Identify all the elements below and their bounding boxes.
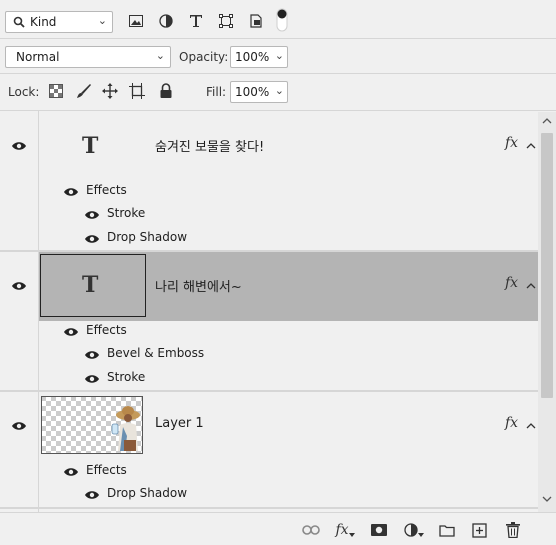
- lock-row: Lock: Fill: 100% ⌄: [0, 74, 556, 110]
- visibility-eye-icon[interactable]: [11, 140, 27, 152]
- new-adjustment-icon[interactable]: [403, 522, 425, 538]
- divider: [0, 507, 538, 509]
- collapse-effects-arrow-icon[interactable]: [524, 279, 538, 293]
- blend-mode-value: Normal: [16, 50, 60, 64]
- scrollbar-thumb[interactable]: [541, 133, 553, 398]
- scroll-down-arrow-icon[interactable]: [540, 492, 554, 506]
- scroll-up-arrow-icon[interactable]: [540, 114, 554, 128]
- effects-group-row[interactable]: Effects: [0, 461, 538, 484]
- visibility-eye-icon[interactable]: [63, 466, 79, 478]
- layers-list: T 숨겨진 보물을 찾다! fx Effects Stroke Drop Sha…: [0, 111, 538, 512]
- adjustment-filter-icon[interactable]: [157, 12, 175, 30]
- new-group-icon[interactable]: [438, 522, 456, 538]
- effects-label: Effects: [86, 323, 127, 337]
- lock-all-icon[interactable]: [157, 82, 175, 100]
- smart-object-filter-icon[interactable]: [247, 12, 265, 30]
- layer-thumbnail[interactable]: [41, 396, 143, 454]
- layer-name[interactable]: Layer 1: [155, 416, 204, 431]
- layer-effects-indicator[interactable]: fx: [505, 415, 518, 431]
- add-mask-icon[interactable]: [370, 522, 388, 538]
- lock-artboard-icon[interactable]: [128, 82, 146, 100]
- fill-field[interactable]: 100% ⌄: [230, 81, 288, 103]
- effect-row[interactable]: Drop Shadow: [0, 227, 538, 250]
- layer-effects-indicator[interactable]: fx: [505, 275, 518, 291]
- effect-row[interactable]: Stroke: [0, 204, 538, 227]
- type-filter-icon[interactable]: [187, 12, 205, 30]
- layer-row[interactable]: T 숨겨진 보물을 찾다! fx: [0, 111, 538, 250]
- layer-effects-indicator[interactable]: fx: [505, 135, 518, 151]
- opacity-field[interactable]: 100% ⌄: [230, 46, 288, 68]
- collapse-effects-arrow-icon[interactable]: [524, 139, 538, 153]
- lock-label: Lock:: [8, 85, 40, 99]
- collapse-effects-arrow-icon[interactable]: [524, 419, 538, 433]
- visibility-eye-icon[interactable]: [11, 420, 27, 432]
- image-filter-icon[interactable]: [127, 12, 145, 30]
- effect-row[interactable]: Drop Shadow: [0, 484, 538, 507]
- chevron-down-icon: ⌄: [155, 49, 165, 62]
- blend-row: Normal ⌄ Opacity: 100% ⌄: [0, 39, 556, 73]
- filter-kind-value: Kind: [30, 15, 57, 29]
- lock-image-pixels-icon[interactable]: [75, 82, 93, 100]
- effects-label: Effects: [86, 463, 127, 477]
- filter-toolbar: Kind ⌄: [0, 0, 556, 38]
- lock-position-icon[interactable]: [101, 82, 119, 100]
- chevron-down-icon[interactable]: ⌄: [275, 84, 284, 97]
- effect-label: Stroke: [107, 206, 146, 220]
- visibility-eye-icon[interactable]: [84, 489, 100, 501]
- layers-bottom-bar: fx: [0, 512, 556, 545]
- fill-value: 100%: [235, 85, 270, 99]
- search-icon: [13, 16, 25, 31]
- chevron-down-icon: ⌄: [97, 14, 107, 27]
- new-layer-icon[interactable]: [470, 522, 488, 538]
- opacity-value: 100%: [235, 50, 270, 64]
- chevron-down-icon[interactable]: ⌄: [275, 49, 284, 62]
- effect-label: Bevel & Emboss: [107, 346, 205, 360]
- lock-transparent-pixels-icon[interactable]: [47, 82, 65, 100]
- effect-label: Stroke: [107, 370, 146, 384]
- visibility-eye-icon[interactable]: [63, 186, 79, 198]
- effects-group-row[interactable]: Effects: [0, 181, 538, 204]
- visibility-eye-icon[interactable]: [84, 233, 100, 245]
- blend-mode-dropdown[interactable]: Normal ⌄: [5, 46, 171, 68]
- fx-label: fx: [335, 522, 349, 538]
- fx-icon[interactable]: fx: [334, 522, 356, 538]
- effects-group-row[interactable]: Effects: [0, 321, 538, 344]
- effect-row[interactable]: Bevel & Emboss: [0, 344, 538, 367]
- effects-label: Effects: [86, 183, 127, 197]
- layer-name[interactable]: 나리 해변에서~: [155, 276, 242, 295]
- fill-label: Fill:: [206, 85, 227, 99]
- shape-filter-icon[interactable]: [217, 12, 235, 30]
- filter-kind-dropdown[interactable]: Kind ⌄: [5, 11, 113, 33]
- text-layer-thumbnail-icon: T: [82, 272, 99, 298]
- visibility-eye-icon[interactable]: [63, 326, 79, 338]
- visibility-eye-icon[interactable]: [84, 349, 100, 361]
- layer-row-selected[interactable]: T 나리 해변에서~ fx: [0, 252, 538, 391]
- effect-label: Drop Shadow: [107, 486, 188, 500]
- visibility-eye-icon[interactable]: [11, 280, 27, 292]
- visibility-eye-icon[interactable]: [84, 373, 100, 385]
- opacity-label: Opacity:: [179, 50, 229, 64]
- visibility-eye-icon[interactable]: [84, 209, 100, 221]
- text-layer-thumbnail-icon: T: [82, 133, 99, 159]
- effect-row[interactable]: Stroke: [0, 367, 538, 390]
- layer-name[interactable]: 숨겨진 보물을 찾다!: [155, 136, 264, 155]
- filter-toggle-icon[interactable]: [276, 8, 288, 32]
- layer-row[interactable]: Layer 1 fx: [0, 392, 538, 512]
- effect-label: Drop Shadow: [107, 230, 188, 244]
- delete-layer-icon[interactable]: [504, 522, 522, 538]
- link-layers-icon[interactable]: [302, 522, 320, 538]
